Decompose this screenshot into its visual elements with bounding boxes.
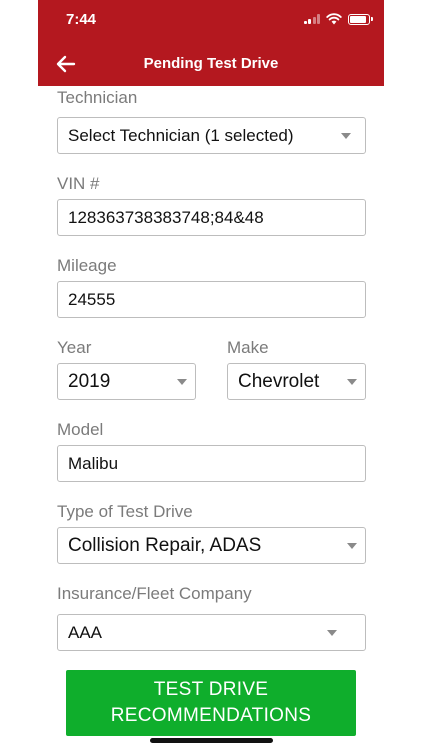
cellular-signal-icon [303,14,320,24]
insurance-select[interactable]: AAA [57,614,366,651]
vin-input-value: 128363738383748;84&48 [68,207,264,227]
make-select[interactable]: Chevrolet [227,363,366,400]
technician-select[interactable]: Select Technician (1 selected) [57,117,366,154]
year-label: Year [57,338,92,357]
make-select-value: Chevrolet [238,370,320,392]
wifi-icon [326,13,342,25]
chevron-down-icon [347,542,357,549]
year-select-value: 2019 [68,370,111,392]
vin-input[interactable]: 128363738383748;84&48 [57,199,366,236]
chevron-down-icon [341,132,351,139]
mileage-input[interactable]: 24555 [57,281,366,318]
model-input[interactable]: Malibu [57,445,366,482]
test-drive-recommendations-button[interactable]: TEST DRIVE RECOMMENDATIONS [66,670,356,736]
page-title: Pending Test Drive [143,55,279,72]
chevron-down-icon [177,378,187,385]
cta-line2: RECOMMENDATIONS [110,705,312,726]
vin-label: VIN # [57,174,100,193]
technician-label: Technician [57,88,138,107]
insurance-label: Insurance/Fleet Company [57,584,252,603]
app-screen: 7:44 Pending Test Drive Technician Selec [0,0,422,750]
test-drive-type-select[interactable]: Collision Repair, ADAS [57,527,366,564]
technician-select-value: Select Technician (1 selected) [68,125,294,145]
model-input-value: Malibu [68,453,119,473]
test-drive-type-select-value: Collision Repair, ADAS [68,534,262,556]
model-label: Model [57,420,104,439]
cta-line1: TEST DRIVE [153,679,269,701]
status-time: 7:44 [66,11,97,28]
year-select[interactable]: 2019 [57,363,196,400]
mileage-label: Mileage [57,256,117,275]
chevron-down-icon [347,378,357,385]
insurance-select-value: AAA [68,622,103,642]
header-bar: 7:44 Pending Test Drive [38,0,384,86]
home-indicator [150,738,273,743]
status-icons [303,13,373,25]
test-drive-type-label: Type of Test Drive [57,502,193,521]
mileage-input-value: 24555 [68,289,116,309]
battery-icon [348,13,373,25]
chevron-down-icon [327,629,337,636]
make-label: Make [227,338,269,357]
